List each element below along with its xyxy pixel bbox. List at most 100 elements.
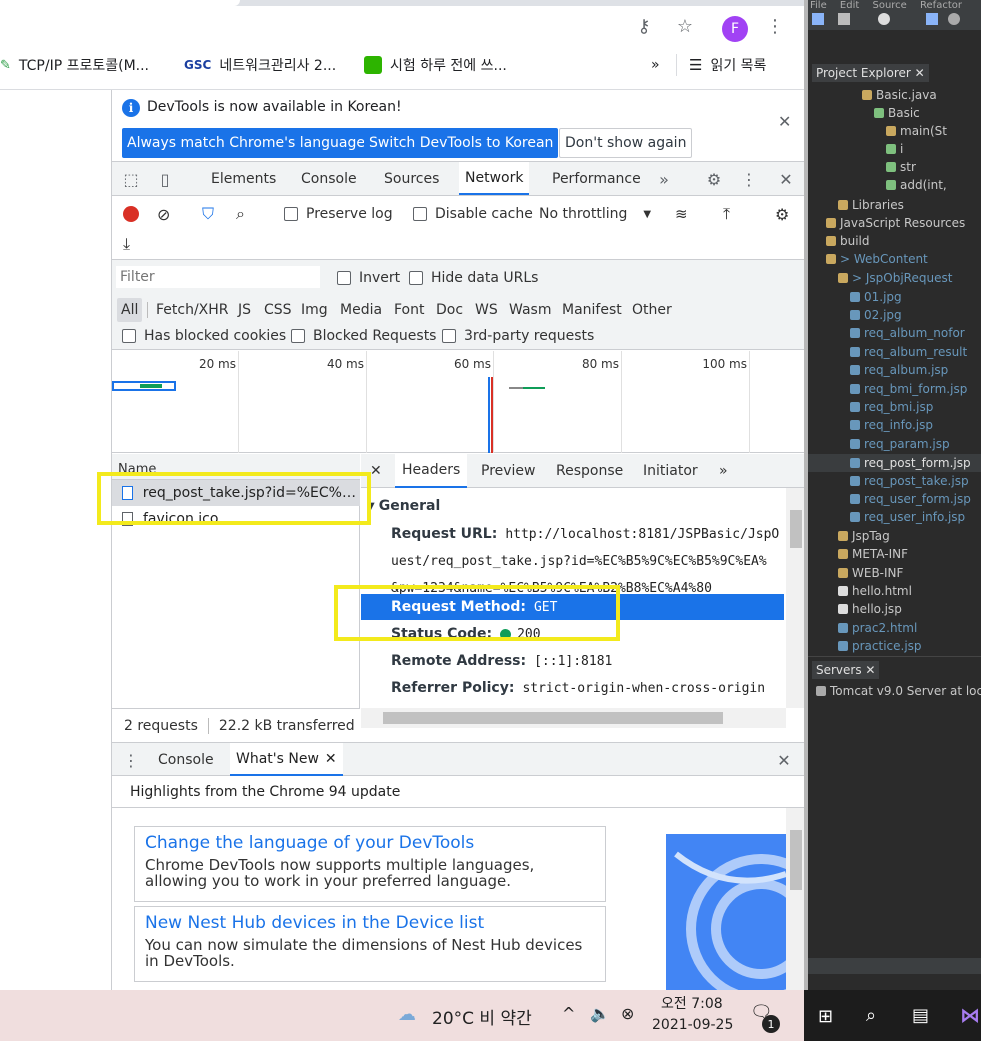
tree-item[interactable]: 01.jpg <box>850 288 902 306</box>
import-har-icon[interactable]: ⤒ <box>723 204 730 224</box>
type-filter-js[interactable]: JS <box>234 298 255 322</box>
third-party-checkbox[interactable]: 3rd-party requests <box>442 326 594 346</box>
type-filter-css[interactable]: CSS <box>260 298 296 322</box>
volume-icon[interactable]: 🔈 <box>590 1004 610 1023</box>
type-filter-doc[interactable]: Doc <box>432 298 467 322</box>
drawer-scrollbar[interactable] <box>786 808 805 990</box>
save-icon[interactable] <box>838 13 850 25</box>
network-settings-icon[interactable]: ⚙ <box>775 204 789 224</box>
tree-item[interactable]: JspTag <box>838 527 890 545</box>
gear-icon[interactable]: ⚙ <box>703 168 725 190</box>
card-title[interactable]: Change the language of your DevTools <box>145 833 595 853</box>
tree-item[interactable]: req_album_result <box>850 343 967 361</box>
tree-item[interactable]: 02.jpg <box>850 306 902 324</box>
tab-console[interactable]: Console <box>295 162 363 195</box>
tree-item[interactable]: req_param.jsp <box>850 435 950 453</box>
type-filter-other[interactable]: Other <box>628 298 676 322</box>
task-view-icon[interactable]: ▤ <box>912 1005 929 1026</box>
drawer-menu-icon[interactable]: ⋮ <box>120 749 142 771</box>
tree-item[interactable]: req_info.jsp <box>850 416 933 434</box>
hide-data-urls-checkbox[interactable]: Hide data URLs <box>409 268 538 288</box>
type-filter-media[interactable]: Media <box>336 298 386 322</box>
general-section-toggle[interactable]: ▼ General <box>367 494 440 518</box>
clock-date[interactable]: 2021-09-25 <box>652 1017 733 1033</box>
tab-preview[interactable]: Preview <box>474 454 543 488</box>
throttling-select[interactable]: No throttling ▼ <box>539 204 651 224</box>
bookmark-exam[interactable]: 시험 하루 전에 쓰... <box>364 54 507 76</box>
more-bookmarks-button[interactable]: » <box>651 54 660 76</box>
more-detail-tabs-icon[interactable]: » <box>712 454 735 488</box>
tree-item[interactable]: hello.html <box>838 582 912 600</box>
tree-item[interactable]: JavaScript Resources <box>826 214 965 232</box>
tree-item[interactable]: req_user_form.jsp <box>850 490 971 508</box>
server-entry[interactable]: Tomcat v9.0 Server at loca <box>816 682 981 700</box>
whats-new-card[interactable]: New Nest Hub devices in the Device list … <box>134 906 606 982</box>
profile-avatar[interactable]: F <box>722 16 748 42</box>
type-filter-img[interactable]: Img <box>297 298 332 322</box>
type-filter-font[interactable]: Font <box>390 298 428 322</box>
bookmark-tcpip[interactable]: ✎ TCP/IP 프로토콜(M... <box>0 54 149 76</box>
drawer-tab-whats-new[interactable]: What's New ✕ <box>230 743 343 776</box>
tree-item[interactable]: > WebContent <box>826 250 928 268</box>
disable-cache-checkbox[interactable]: Disable cache <box>413 204 533 224</box>
tab-performance[interactable]: Performance <box>546 162 647 195</box>
debug-icon[interactable] <box>878 13 890 25</box>
tree-item[interactable]: req_user_info.jsp <box>850 508 965 526</box>
close-drawer-icon[interactable]: ✕ <box>773 749 795 771</box>
tree-item[interactable]: hello.jsp <box>838 600 902 618</box>
always-match-language-button[interactable]: Always match Chrome's language <box>122 128 370 158</box>
toolbar-icon[interactable] <box>926 13 938 25</box>
tree-item[interactable]: prac2.html <box>838 619 917 637</box>
tab-response[interactable]: Response <box>549 454 630 488</box>
record-icon[interactable] <box>123 206 139 222</box>
network-overview-timeline[interactable]: 20 ms 40 ms 60 ms 80 ms 100 ms <box>112 351 805 453</box>
card-title[interactable]: New Nest Hub devices in the Device list <box>145 913 595 933</box>
weather-text[interactable]: 20°C 비 약간 <box>432 1004 532 1029</box>
new-icon[interactable] <box>812 13 824 25</box>
filter-input[interactable] <box>116 266 320 288</box>
search-taskbar-icon[interactable]: ⌕ <box>866 1005 876 1026</box>
toolbar-icon[interactable] <box>948 13 960 25</box>
key-icon[interactable]: ⚷ <box>632 14 656 38</box>
tree-item[interactable]: META-INF <box>838 545 908 563</box>
tree-item[interactable]: i <box>886 140 903 158</box>
visual-studio-icon[interactable]: ⋈ <box>960 1003 980 1027</box>
type-filter-ws[interactable]: WS <box>471 298 502 322</box>
menu-edit[interactable]: Edit <box>840 0 859 8</box>
inspect-element-icon[interactable]: ⬚ <box>120 168 142 190</box>
network-conditions-icon[interactable]: ≋ <box>675 204 688 224</box>
windows-start-icon[interactable]: ⊞ <box>818 1006 833 1027</box>
servers-tab[interactable]: Servers ✕ <box>808 656 981 680</box>
blocked-requests-checkbox[interactable]: Blocked Requests <box>291 326 436 346</box>
bookmark-network-admin[interactable]: GSC 네트워크관리사 2... <box>184 54 336 76</box>
type-filter-all[interactable]: All <box>117 298 143 322</box>
close-tab-icon[interactable]: ✕ <box>325 751 337 767</box>
device-toolbar-icon[interactable]: ▯ <box>154 168 176 190</box>
menu-source[interactable]: Source <box>872 0 906 8</box>
clear-icon[interactable]: ⊘ <box>157 204 170 224</box>
more-tabs-icon[interactable]: » <box>653 168 675 190</box>
tree-item[interactable]: req_album.jsp <box>850 361 948 379</box>
servers-horizontal-scrollbar[interactable] <box>808 958 981 974</box>
tray-chevron-icon[interactable]: ^ <box>562 1004 575 1023</box>
clock-time[interactable]: 오전 7:08 <box>661 993 723 1013</box>
drawer-tab-console[interactable]: Console <box>152 743 220 776</box>
whats-new-card[interactable]: Change the language of your DevTools Chr… <box>134 826 606 902</box>
type-filter-wasm[interactable]: Wasm <box>505 298 555 322</box>
kebab-menu-icon[interactable]: ⋮ <box>738 168 760 190</box>
tree-item[interactable]: req_album_nofor <box>850 324 965 342</box>
star-icon[interactable]: ☆ <box>673 14 697 38</box>
tree-item[interactable]: practice.jsp <box>838 637 922 655</box>
tree-item[interactable]: build <box>826 232 870 250</box>
preserve-log-checkbox[interactable]: Preserve log <box>284 204 393 224</box>
menu-kebab-icon[interactable]: ⋮ <box>763 14 787 38</box>
tree-item[interactable]: Libraries <box>838 196 904 214</box>
tab-sources[interactable]: Sources <box>378 162 445 195</box>
tree-item[interactable]: add(int, <box>886 176 947 194</box>
search-icon[interactable]: ⌕ <box>236 204 245 224</box>
project-explorer-tab[interactable]: Project Explorer ✕ <box>808 60 981 84</box>
tree-item[interactable]: Basic <box>874 104 920 122</box>
type-filter-manifest[interactable]: Manifest <box>558 298 626 322</box>
tab-headers[interactable]: Headers <box>395 454 468 488</box>
tree-item[interactable]: str <box>886 158 916 176</box>
